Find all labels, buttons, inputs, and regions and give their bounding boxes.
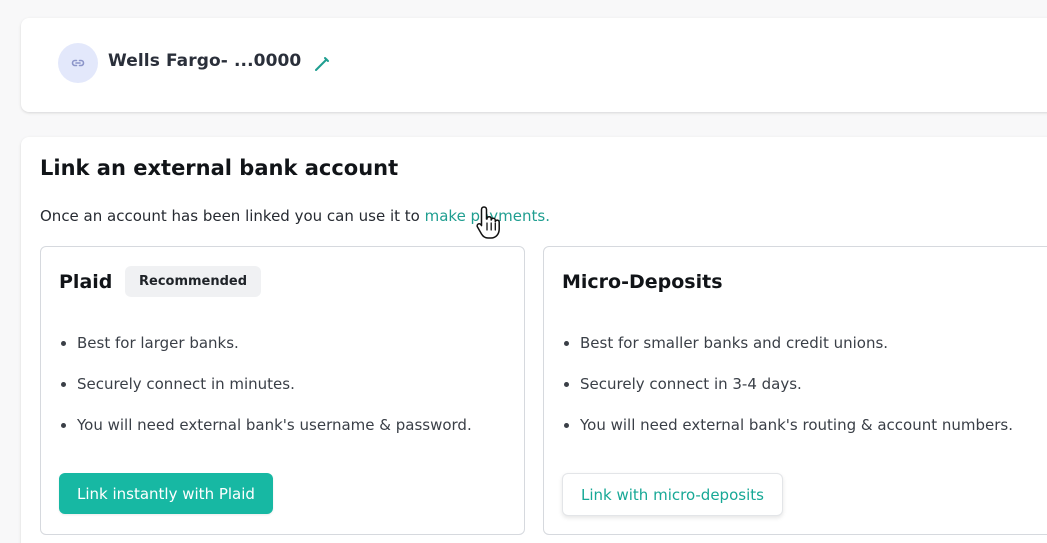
list-item: You will need external bank's routing & …: [562, 415, 1013, 456]
link-with-micro-deposits-button[interactable]: Link with micro-deposits: [562, 473, 783, 516]
edit-account-button[interactable]: [310, 52, 334, 76]
micro-features-list: Best for smaller banks and credit unions…: [562, 333, 1013, 456]
pencil-icon: [315, 57, 329, 71]
micro-deposits-title: Micro-Deposits: [562, 271, 723, 293]
micro-deposits-option-card: Micro-Deposits Best for smaller banks an…: [543, 246, 1047, 535]
list-item: Securely connect in 3-4 days.: [562, 374, 1013, 415]
description-text: Once an account has been linked you can …: [40, 207, 425, 225]
plaid-features-list: Best for larger banks. Securely connect …: [59, 333, 472, 456]
list-item: Securely connect in minutes.: [59, 374, 472, 415]
linked-account-card: Wells Fargo- ...0000: [21, 18, 1047, 112]
link-bank-section: Link an external bank account Once an ac…: [21, 137, 1047, 543]
plaid-title: Plaid: [59, 271, 113, 293]
make-payments-link[interactable]: make payments.: [425, 207, 550, 225]
recommended-badge: Recommended: [125, 266, 262, 297]
list-item: Best for larger banks.: [59, 333, 472, 374]
link-icon: [58, 43, 98, 83]
link-with-plaid-button[interactable]: Link instantly with Plaid: [59, 473, 273, 514]
plaid-option-card: Plaid Recommended Best for larger banks.…: [40, 246, 525, 535]
list-item: Best for smaller banks and credit unions…: [562, 333, 1013, 374]
list-item: You will need external bank's username &…: [59, 415, 472, 456]
section-title: Link an external bank account: [40, 156, 399, 180]
section-description: Once an account has been linked you can …: [40, 207, 550, 225]
account-name: Wells Fargo- ...0000: [108, 51, 302, 71]
